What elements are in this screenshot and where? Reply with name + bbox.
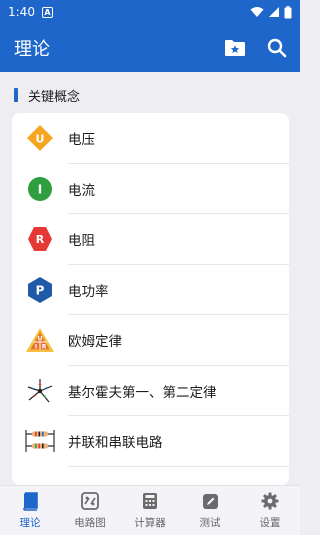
list-item-resistance[interactable]: R 电阻 xyxy=(12,214,289,265)
tab-label: 测试 xyxy=(199,517,221,529)
resistance-icon-letter: R xyxy=(36,233,45,246)
list-item-partial[interactable] xyxy=(12,467,289,486)
notification-badge-icon: A xyxy=(41,6,53,18)
circuit-diagram-icon xyxy=(80,491,100,511)
list-item-icon xyxy=(12,467,68,486)
status-bar: 1:40 A xyxy=(0,0,300,24)
tab-theory[interactable]: 理论 xyxy=(0,486,60,535)
voltage-icon: U xyxy=(12,113,68,164)
power-icon: P xyxy=(12,265,68,316)
list-item-voltage[interactable]: U 电压 xyxy=(12,113,289,164)
wifi-icon xyxy=(250,7,264,17)
voltage-icon-letter: U xyxy=(36,133,45,146)
tab-settings[interactable]: 设置 xyxy=(240,486,300,535)
section-title: 关键概念 xyxy=(28,89,81,105)
list-item-current[interactable]: I 电流 xyxy=(12,164,289,215)
section-header: 关键概念 xyxy=(0,80,300,110)
ohms-law-letter-r: R xyxy=(42,344,47,351)
list-item-power[interactable]: P 电功率 xyxy=(12,265,289,316)
app-bar: 理论 xyxy=(0,24,300,72)
list-item-kirchhoff[interactable]: 基尔霍夫第一、第二定律 xyxy=(12,366,289,417)
calculator-icon xyxy=(140,491,160,511)
test-pencil-icon xyxy=(200,491,220,511)
tab-label: 设置 xyxy=(259,517,281,529)
list-item-label: 欧姆定律 xyxy=(68,334,122,351)
list-item-label: 基尔霍夫第一、第二定律 xyxy=(68,384,217,401)
section-accent-bar xyxy=(14,88,18,102)
ohms-law-triangle-icon: UIR xyxy=(12,315,68,366)
current-icon-letter: I xyxy=(38,182,42,196)
tab-label: 计算器 xyxy=(134,517,166,529)
tab-label: 理论 xyxy=(19,517,41,529)
concept-list: U 电压 I 电流 R 电阻 P 电功率 UIR 欧姆定律 基尔霍夫第一、第二定… xyxy=(12,113,289,485)
list-item-circuits[interactable]: 并联和串联电路 xyxy=(12,416,289,467)
list-item-label: 并联和串联电路 xyxy=(68,435,163,452)
page-title: 理论 xyxy=(14,39,50,60)
tab-test[interactable]: 测试 xyxy=(180,486,240,535)
list-item-ohms-law[interactable]: UIR 欧姆定律 xyxy=(12,315,289,366)
ohms-law-letter-u: U xyxy=(37,335,42,343)
resistance-icon: R xyxy=(12,214,68,265)
folder-star-icon[interactable] xyxy=(224,37,246,59)
settings-gear-icon xyxy=(260,491,280,511)
bottom-nav: 理论 电路图 计算器 测试 设置 xyxy=(0,485,300,535)
list-item-label: 电功率 xyxy=(68,283,109,300)
signal-icon xyxy=(269,7,279,17)
status-indicators xyxy=(250,5,292,19)
circuit-resistors-icon xyxy=(12,416,68,467)
list-item-label: 电阻 xyxy=(68,233,95,250)
current-icon: I xyxy=(12,164,68,215)
list-item-label: 电流 xyxy=(68,182,95,199)
battery-icon xyxy=(284,5,292,18)
tab-calculator[interactable]: 计算器 xyxy=(120,486,180,535)
search-icon[interactable] xyxy=(266,37,288,59)
tab-label: 电路图 xyxy=(74,517,106,529)
kirchhoff-node-icon xyxy=(12,366,68,417)
tab-circuit-diagrams[interactable]: 电路图 xyxy=(60,486,120,535)
list-item-label: 电压 xyxy=(68,132,95,149)
status-time: 1:40 xyxy=(8,5,35,19)
ohms-law-letter-i: I xyxy=(35,344,37,351)
book-icon xyxy=(20,491,40,511)
power-icon-letter: P xyxy=(36,283,45,297)
